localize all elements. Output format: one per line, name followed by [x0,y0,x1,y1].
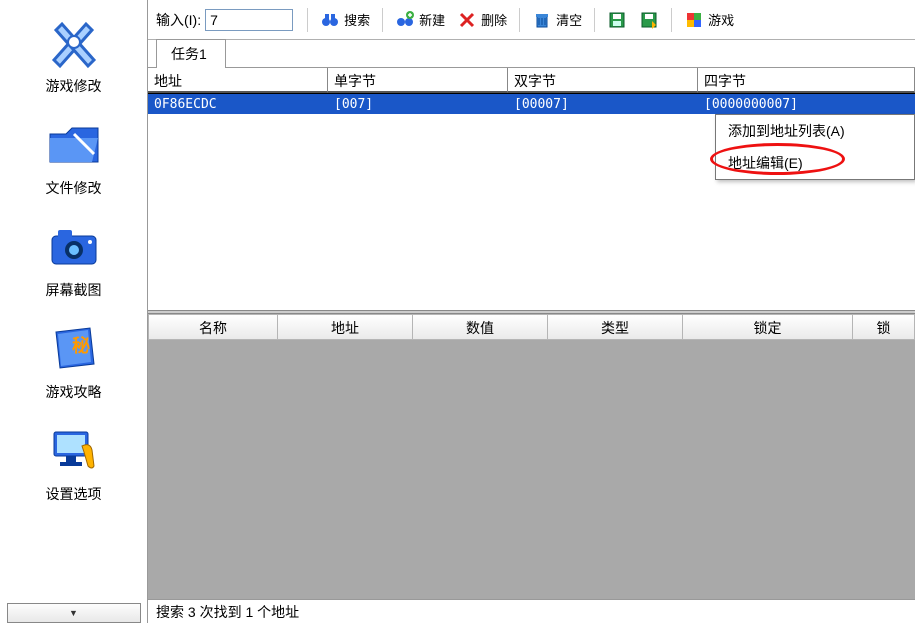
sidebar-label: 游戏攻略 [46,382,102,402]
new-label: 新建 [419,10,445,29]
svg-text:秘: 秘 [72,335,90,356]
sidebar-label: 设置选项 [46,484,102,504]
sidebar-item-screenshot[interactable]: 屏幕截图 [0,216,147,300]
crossed-swords-icon [42,12,106,72]
save-button-2[interactable] [635,8,663,32]
cell-address: 0F86ECDC [148,97,328,112]
delete-button[interactable]: 删除 [453,8,511,32]
folder-icon [42,114,106,174]
table-row[interactable]: 0F86ECDC [007] [00007] [0000000007] [148,94,915,114]
bcol-lock[interactable]: 锁定 [683,314,853,340]
game-color-icon [684,10,704,30]
cell-b4: [0000000007] [698,97,915,112]
search-button[interactable]: 搜索 [316,8,374,32]
save-button-1[interactable] [603,8,631,32]
search-label: 搜索 [344,10,370,29]
search-value-input[interactable] [205,9,293,31]
book-icon: 秘 [42,318,106,378]
new-button[interactable]: 新建 [391,8,449,32]
col-address[interactable]: 地址 [148,68,328,93]
bcol-name[interactable]: 名称 [148,314,278,340]
bcol-address[interactable]: 地址 [278,314,413,340]
tab-task1[interactable]: 任务1 [156,39,226,68]
tab-bar: 任务1 [148,40,915,68]
bottom-grid: 名称 地址 数值 类型 锁定 锁 [148,314,915,599]
sidebar-item-settings[interactable]: 设置选项 [0,420,147,504]
status-bar: 搜索 3 次找到 1 个地址 [148,599,915,623]
col-byte1[interactable]: 单字节 [328,68,508,93]
floppy-arrow-icon [639,10,659,30]
binoculars-plus-icon [395,10,415,30]
sidebar-item-game-guide[interactable]: 秘 游戏攻略 [0,318,147,402]
col-byte2[interactable]: 双字节 [508,68,698,93]
bcol-value[interactable]: 数值 [413,314,548,340]
context-menu: 添加到地址列表(A) 地址编辑(E) [715,114,915,180]
floppy-icon [607,10,627,30]
sidebar-label: 文件修改 [46,178,102,198]
bottom-grid-header: 名称 地址 数值 类型 锁定 锁 [148,314,915,340]
input-label: 输入(I): [156,10,201,30]
context-add-to-list[interactable]: 添加到地址列表(A) [716,115,914,147]
delete-label: 删除 [481,10,507,29]
toolbar: 输入(I): 搜索 新建 删除 [148,0,915,40]
context-edit-address-label: 地址编辑(E) [728,155,803,171]
cell-b2: [00007] [508,97,698,112]
clear-button[interactable]: 清空 [528,8,586,32]
bcol-lock2[interactable]: 锁 [853,314,915,340]
clear-label: 清空 [556,10,582,29]
sidebar-item-game-modify[interactable]: 游戏修改 [0,12,147,96]
game-label: 游戏 [708,10,734,29]
delete-x-icon [457,10,477,30]
sidebar-dropdown[interactable] [7,603,141,623]
bottom-grid-body[interactable] [148,340,915,599]
sidebar-label: 游戏修改 [46,76,102,96]
top-grid-body[interactable]: 0F86ECDC [007] [00007] [0000000007] 添加到地… [148,94,915,310]
context-edit-address[interactable]: 地址编辑(E) [716,147,914,179]
status-text: 搜索 3 次找到 1 个地址 [156,602,299,622]
bcol-type[interactable]: 类型 [548,314,683,340]
main-area: 输入(I): 搜索 新建 删除 [148,0,915,623]
sidebar: 游戏修改 文件修改 屏幕截图 [0,0,148,623]
cell-b1: [007] [328,97,508,112]
monitor-wrench-icon [42,420,106,480]
sidebar-label: 屏幕截图 [46,280,102,300]
sidebar-item-file-modify[interactable]: 文件修改 [0,114,147,198]
game-button[interactable]: 游戏 [680,8,738,32]
camera-icon [42,216,106,276]
trash-icon [532,10,552,30]
top-grid-header: 地址 单字节 双字节 四字节 [148,68,915,94]
binoculars-icon [320,10,340,30]
col-byte4[interactable]: 四字节 [698,68,915,93]
